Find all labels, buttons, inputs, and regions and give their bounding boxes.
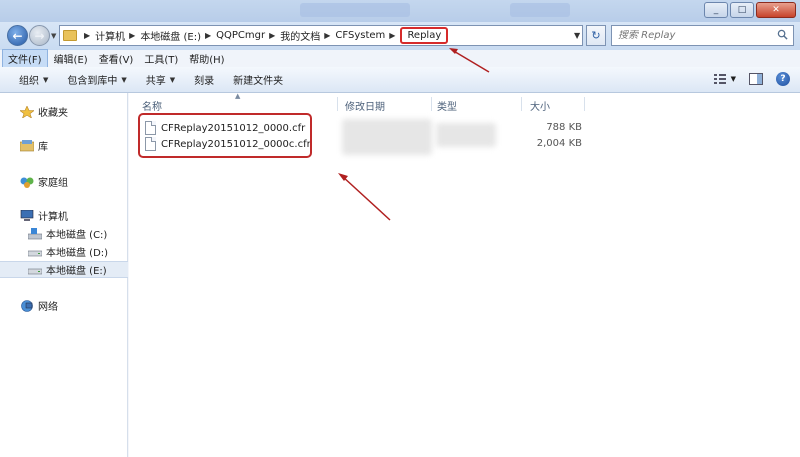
chevron-right-icon: ▶ <box>324 31 331 40</box>
chevron-right-icon: ▶ <box>84 31 91 40</box>
column-header-name[interactable]: 名称 <box>142 97 162 113</box>
maximize-button[interactable]: □ <box>730 2 754 18</box>
organize-button[interactable]: 组织 ▼ <box>19 72 49 88</box>
minimize-button[interactable]: _ <box>704 2 728 18</box>
column-header-size[interactable]: 大小 <box>530 97 550 113</box>
nav-computer[interactable]: 计算机 <box>0 207 128 224</box>
file-size: 2,004 KB <box>536 138 582 149</box>
library-icon <box>20 139 34 151</box>
folder-icon <box>63 30 77 41</box>
view-options-icon[interactable] <box>713 73 728 85</box>
column-divider[interactable] <box>521 97 522 111</box>
file-highlight-box <box>138 113 312 158</box>
nav-drive-e[interactable]: 本地磁盘 (E:) <box>0 261 128 278</box>
nav-homegroup[interactable]: 家庭组 <box>0 173 128 190</box>
breadcrumb-replay[interactable]: ▶ Replay <box>385 26 449 45</box>
preview-pane-icon[interactable] <box>749 73 763 85</box>
dropdown-arrow-icon: ▼ <box>121 75 127 84</box>
nav-drive-c[interactable]: 本地磁盘 (C:) <box>0 225 128 242</box>
chevron-right-icon: ▶ <box>389 31 396 40</box>
back-button[interactable]: ← <box>7 25 28 46</box>
chevron-right-icon: ▶ <box>129 31 136 40</box>
menu-file[interactable]: 文件(F) <box>2 49 48 68</box>
menu-view[interactable]: 查看(V) <box>94 50 139 67</box>
network-icon <box>21 299 33 312</box>
column-header-modified[interactable]: 修改日期 <box>345 97 385 113</box>
breadcrumb-cfsystem[interactable]: ▶ CFSystem <box>320 26 385 45</box>
column-divider[interactable] <box>584 97 585 111</box>
breadcrumb-drive-e[interactable]: ▶ 本地磁盘 (E:) <box>125 26 201 45</box>
menu-help[interactable]: 帮助(H) <box>184 50 229 67</box>
menu-tools[interactable]: 工具(T) <box>139 50 183 67</box>
share-button[interactable]: 共享 ▼ <box>146 72 176 88</box>
homegroup-icon <box>20 177 34 188</box>
nav-network[interactable]: 网络 <box>0 297 128 314</box>
breadcrumb-my-documents[interactable]: ▶ 我的文档 <box>265 26 320 45</box>
refresh-icon: ↻ <box>591 29 601 42</box>
title-bar: _ □ ✕ <box>0 0 800 22</box>
system-drive-icon <box>28 227 42 239</box>
new-folder-button[interactable]: 新建文件夹 <box>233 72 283 87</box>
close-button[interactable]: ✕ <box>756 2 796 18</box>
dropdown-arrow-icon: ▼ <box>43 75 49 84</box>
address-dropdown-icon[interactable]: ▼ <box>574 31 580 40</box>
breadcrumb-qqpcmgr[interactable]: ▶ QQPCmgr <box>201 26 265 45</box>
view-dropdown-icon[interactable]: ▼ <box>731 75 736 83</box>
history-dropdown-icon[interactable]: ▼ <box>51 32 56 40</box>
dropdown-arrow-icon: ▼ <box>169 75 176 84</box>
computer-icon <box>20 209 34 221</box>
column-header-type[interactable]: 类型 <box>437 97 457 113</box>
forward-button[interactable]: → <box>29 25 50 46</box>
breadcrumb-computer[interactable]: ▶ 计算机 <box>80 26 125 45</box>
nav-libraries[interactable]: 库 <box>0 137 128 154</box>
search-icon <box>777 29 788 40</box>
drive-icon <box>28 250 42 256</box>
chevron-right-icon: ▶ <box>269 31 276 40</box>
star-icon <box>20 105 34 118</box>
file-size: 788 KB <box>546 122 582 133</box>
nav-favorites[interactable]: 收藏夹 <box>0 103 128 120</box>
drive-icon <box>28 268 42 274</box>
burn-button[interactable]: 刻录 <box>194 72 214 87</box>
search-input[interactable] <box>618 30 768 41</box>
nav-drive-d[interactable]: 本地磁盘 (D:) <box>0 243 128 260</box>
address-bar[interactable]: ▶ 计算机 ▶ 本地磁盘 (E:) ▶ QQPCmgr ▶ 我的文档 ▶ CFS… <box>59 25 583 46</box>
view-controls: ▼ ? <box>713 72 790 86</box>
column-divider[interactable] <box>431 97 432 111</box>
help-icon[interactable]: ? <box>776 72 790 86</box>
back-arrow-icon: ← <box>12 28 23 43</box>
menu-edit[interactable]: 编辑(E) <box>49 50 93 67</box>
file-list: ▲ 名称 修改日期 类型 大小 CFReplay20151012_0000.cf… <box>129 92 800 457</box>
column-divider[interactable] <box>337 97 338 111</box>
navigation-pane: 收藏夹 库 家庭组 计算机 本地磁盘 (C:) 本地磁盘 (D:) 本地磁盘 (… <box>0 93 128 457</box>
title-blur <box>300 3 410 17</box>
command-bar: 组织 ▼ 包含到库中 ▼ 共享 ▼ 刻录 新建文件夹 ▼ ? <box>0 67 800 93</box>
forward-arrow-icon: → <box>34 28 45 43</box>
address-row: ← → ▼ ▶ 计算机 ▶ 本地磁盘 (E:) ▶ QQPCmgr ▶ 我的文档… <box>0 22 800 50</box>
refresh-button[interactable]: ↻ <box>586 25 606 46</box>
menu-bar: 文件(F) 编辑(E) 查看(V) 工具(T) 帮助(H) <box>0 49 800 68</box>
sort-arrow-icon: ▲ <box>235 92 241 100</box>
include-library-button[interactable]: 包含到库中 ▼ <box>67 72 127 88</box>
chevron-right-icon: ▶ <box>204 31 212 40</box>
title-blur <box>510 3 570 17</box>
redacted-date <box>342 119 432 155</box>
search-box[interactable] <box>611 25 794 46</box>
redacted-type <box>436 123 496 147</box>
window-controls: _ □ ✕ <box>704 2 796 18</box>
